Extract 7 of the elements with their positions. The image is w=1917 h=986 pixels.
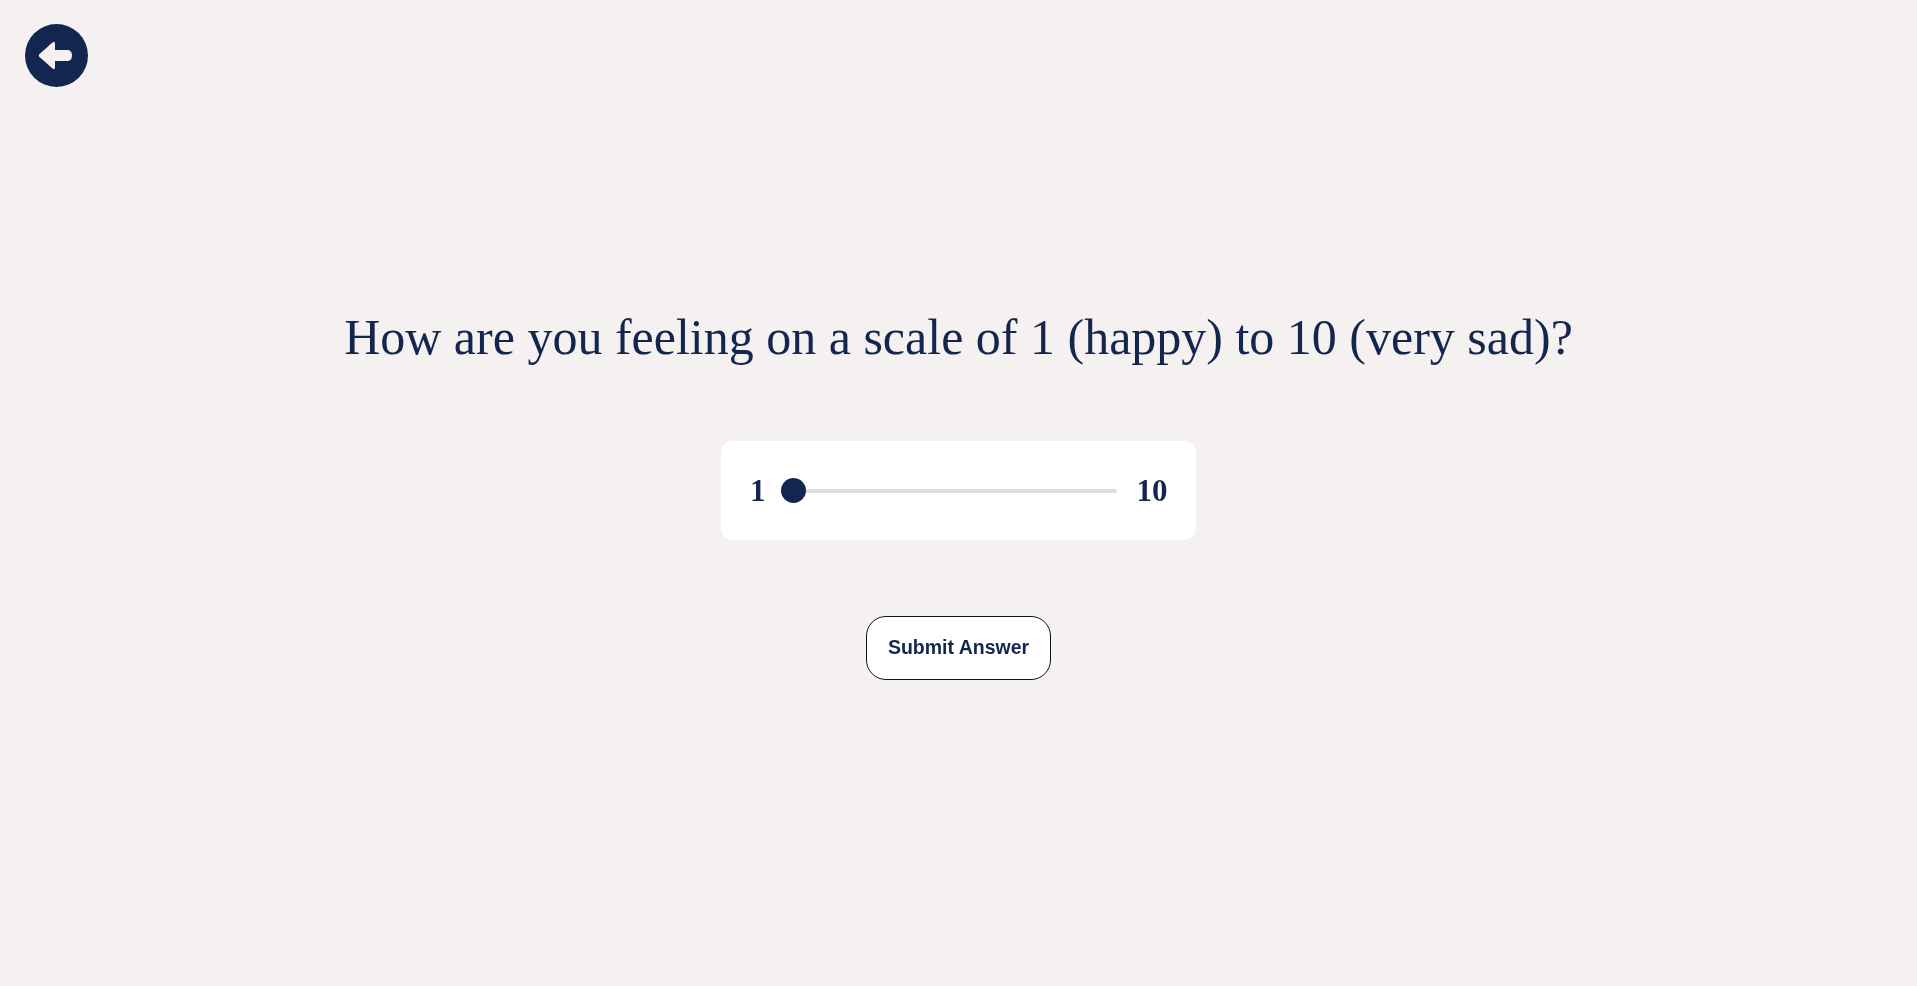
arrow-left-icon bbox=[38, 41, 72, 70]
submit-button[interactable]: Submit Answer bbox=[866, 616, 1051, 680]
slider-track[interactable] bbox=[780, 478, 1117, 503]
slider-thumb[interactable] bbox=[780, 478, 806, 503]
max-label: 10 bbox=[1136, 475, 1168, 506]
question-text: How are you feeling on a scale of 1 (happy) to 10 (very sad)? bbox=[344, 308, 1573, 367]
min-label: 1 bbox=[750, 475, 766, 506]
